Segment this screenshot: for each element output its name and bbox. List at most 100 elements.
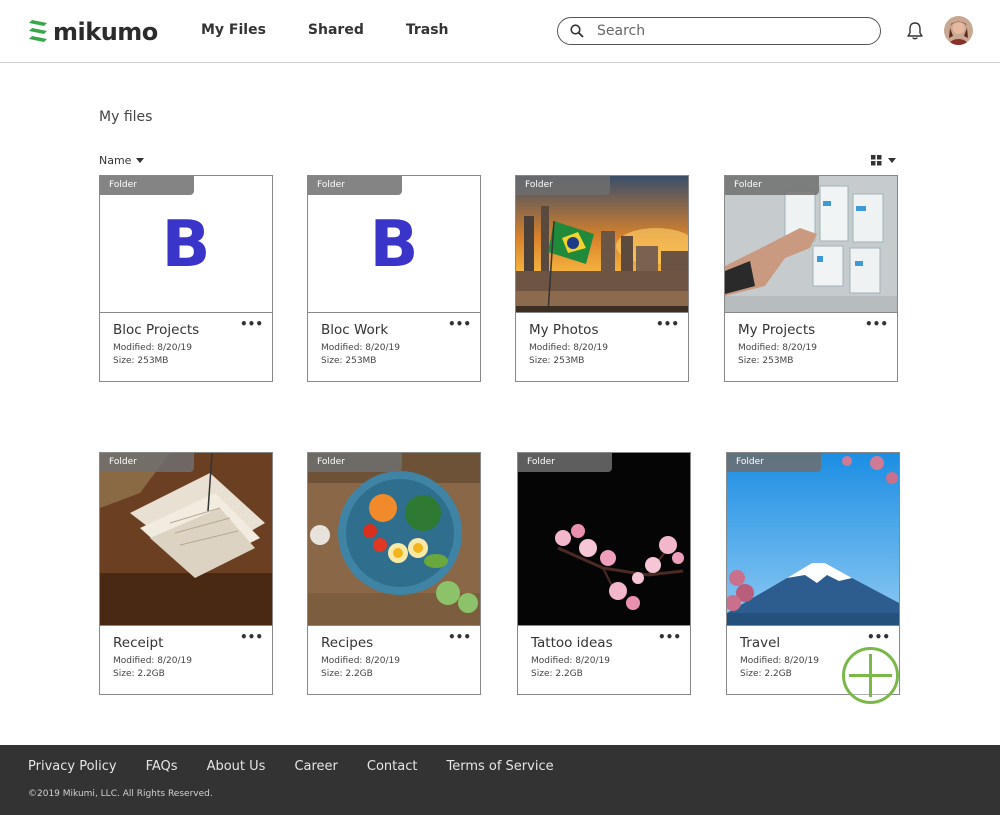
view-toggle[interactable] — [871, 155, 896, 166]
more-options-icon[interactable]: ••• — [240, 318, 263, 330]
folder-tag: Folder — [308, 453, 402, 472]
folder-thumbnail — [516, 176, 688, 313]
nav-trash[interactable]: Trash — [406, 22, 449, 38]
folder-thumbnail — [727, 453, 899, 626]
grid-view-icon — [871, 155, 882, 166]
folder-card[interactable]: Folder My Photos ••• Modified: 8/20/19 S… — [515, 175, 689, 382]
folder-name: My Projects — [738, 322, 816, 338]
brand-logo[interactable]: mikumo — [28, 18, 158, 46]
more-options-icon[interactable]: ••• — [448, 631, 471, 643]
folder-tag: Folder — [727, 453, 821, 472]
folder-tag: Folder — [516, 176, 610, 195]
caret-down-icon — [136, 158, 145, 163]
folder-tag: Folder — [100, 176, 194, 195]
card-info: Recipes ••• Modified: 8/20/19 Size: 2.2G… — [308, 626, 480, 694]
search-input[interactable] — [597, 23, 857, 39]
project-board-photo — [725, 176, 897, 312]
card-info: My Projects ••• Modified: 8/20/19 Size: … — [725, 313, 897, 381]
folder-modified: Modified: 8/20/19 — [321, 343, 400, 353]
folder-size: Size: 253MB — [529, 356, 585, 366]
folder-name: Recipes — [321, 635, 374, 651]
footer-link-career[interactable]: Career — [294, 759, 337, 774]
card-info: Receipt ••• Modified: 8/20/19 Size: 2.2G… — [100, 626, 272, 694]
folder-card[interactable]: Folder My Projects ••• Modified: 8/20/19… — [724, 175, 898, 382]
more-options-icon[interactable]: ••• — [867, 631, 890, 643]
card-info: Bloc Work ••• Modified: 8/20/19 Size: 25… — [308, 313, 480, 381]
caret-down-icon — [888, 158, 896, 163]
card-info: Tattoo ideas ••• Modified: 8/20/19 Size:… — [518, 626, 690, 694]
search-icon — [570, 24, 584, 38]
folder-tag: Folder — [725, 176, 819, 195]
footer-link-contact[interactable]: Contact — [367, 759, 418, 774]
folder-thumbnail — [308, 453, 480, 626]
card-info: Bloc Projects ••• Modified: 8/20/19 Size… — [100, 313, 272, 381]
sort-dropdown[interactable]: Name — [99, 154, 145, 167]
add-new-button[interactable] — [842, 647, 899, 704]
folder-thumbnail: B — [308, 176, 480, 313]
folder-modified: Modified: 8/20/19 — [529, 343, 608, 353]
folder-thumbnail — [518, 453, 690, 626]
sort-label: Name — [99, 154, 132, 167]
folder-name: Bloc Work — [321, 322, 389, 338]
footer-link-faqs[interactable]: FAQs — [146, 759, 178, 774]
folder-modified: Modified: 8/20/19 — [113, 656, 192, 666]
more-options-icon[interactable]: ••• — [448, 318, 471, 330]
folder-modified: Modified: 8/20/19 — [740, 656, 819, 666]
folder-name: Tattoo ideas — [531, 635, 613, 651]
folder-card[interactable]: Folder Receipt ••• Modified: 8/20/19 Siz… — [99, 452, 273, 695]
search-box[interactable] — [557, 17, 881, 45]
folder-size: Size: 2.2GB — [531, 669, 583, 679]
folder-card[interactable]: Folder Recipes ••• Modified: 8/20/19 Siz… — [307, 452, 481, 695]
folder-modified: Modified: 8/20/19 — [531, 656, 610, 666]
more-options-icon[interactable]: ••• — [656, 318, 679, 330]
folder-thumbnail: B — [100, 176, 272, 313]
folder-size: Size: 2.2GB — [113, 669, 165, 679]
folder-thumbnail — [100, 453, 272, 626]
salad-bowl-photo — [308, 453, 480, 625]
folder-modified: Modified: 8/20/19 — [113, 343, 192, 353]
folder-name: Travel — [740, 635, 781, 651]
more-options-icon[interactable]: ••• — [240, 631, 263, 643]
folder-card[interactable]: Folder Tattoo ideas ••• Modified: 8/20/1… — [517, 452, 691, 695]
footer-link-privacy[interactable]: Privacy Policy — [28, 759, 117, 774]
folder-modified: Modified: 8/20/19 — [321, 656, 400, 666]
folder-thumbnail — [725, 176, 897, 313]
footer: Privacy Policy FAQs About Us Career Cont… — [0, 745, 1000, 815]
folder-name: Receipt — [113, 635, 164, 651]
more-options-icon[interactable]: ••• — [658, 631, 681, 643]
folder-modified: Modified: 8/20/19 — [738, 343, 817, 353]
folder-size: Size: 2.2GB — [740, 669, 792, 679]
top-header: mikumo My Files Shared Trash — [0, 0, 1000, 63]
card-info: My Photos ••• Modified: 8/20/19 Size: 25… — [516, 313, 688, 381]
folder-tag: Folder — [100, 453, 194, 472]
folder-tag: Folder — [308, 176, 402, 195]
user-avatar[interactable] — [944, 16, 973, 45]
folder-size: Size: 2.2GB — [321, 669, 373, 679]
folder-name: My Photos — [529, 322, 599, 338]
footer-link-about[interactable]: About Us — [207, 759, 266, 774]
folder-card[interactable]: B Folder Bloc Work ••• Modified: 8/20/19… — [307, 175, 481, 382]
page-title: My files — [99, 109, 153, 125]
bloc-logo-letter: B — [369, 207, 419, 282]
folder-tag: Folder — [518, 453, 612, 472]
bell-icon[interactable] — [905, 21, 925, 41]
main-nav: My Files Shared Trash — [201, 22, 491, 38]
bloc-logo-letter: B — [161, 207, 211, 282]
folder-size: Size: 253MB — [113, 356, 169, 366]
logo-mark-icon — [29, 20, 47, 42]
folder-size: Size: 253MB — [738, 356, 794, 366]
brand-name: mikumo — [53, 18, 158, 46]
footer-links: Privacy Policy FAQs About Us Career Cont… — [28, 759, 583, 774]
footer-link-terms[interactable]: Terms of Service — [446, 759, 553, 774]
folder-size: Size: 253MB — [321, 356, 377, 366]
nav-my-files[interactable]: My Files — [201, 22, 266, 38]
folder-card[interactable]: B Folder Bloc Projects ••• Modified: 8/2… — [99, 175, 273, 382]
folder-name: Bloc Projects — [113, 322, 200, 338]
receipts-photo — [100, 453, 272, 625]
cherry-blossom-photo — [518, 453, 690, 625]
more-options-icon[interactable]: ••• — [865, 318, 888, 330]
mount-fuji-photo — [727, 453, 899, 625]
nav-shared[interactable]: Shared — [308, 22, 364, 38]
copyright-text: ©2019 Mikumi, LLC. All Rights Reserved. — [28, 789, 213, 799]
city-sunset-photo — [516, 176, 688, 312]
